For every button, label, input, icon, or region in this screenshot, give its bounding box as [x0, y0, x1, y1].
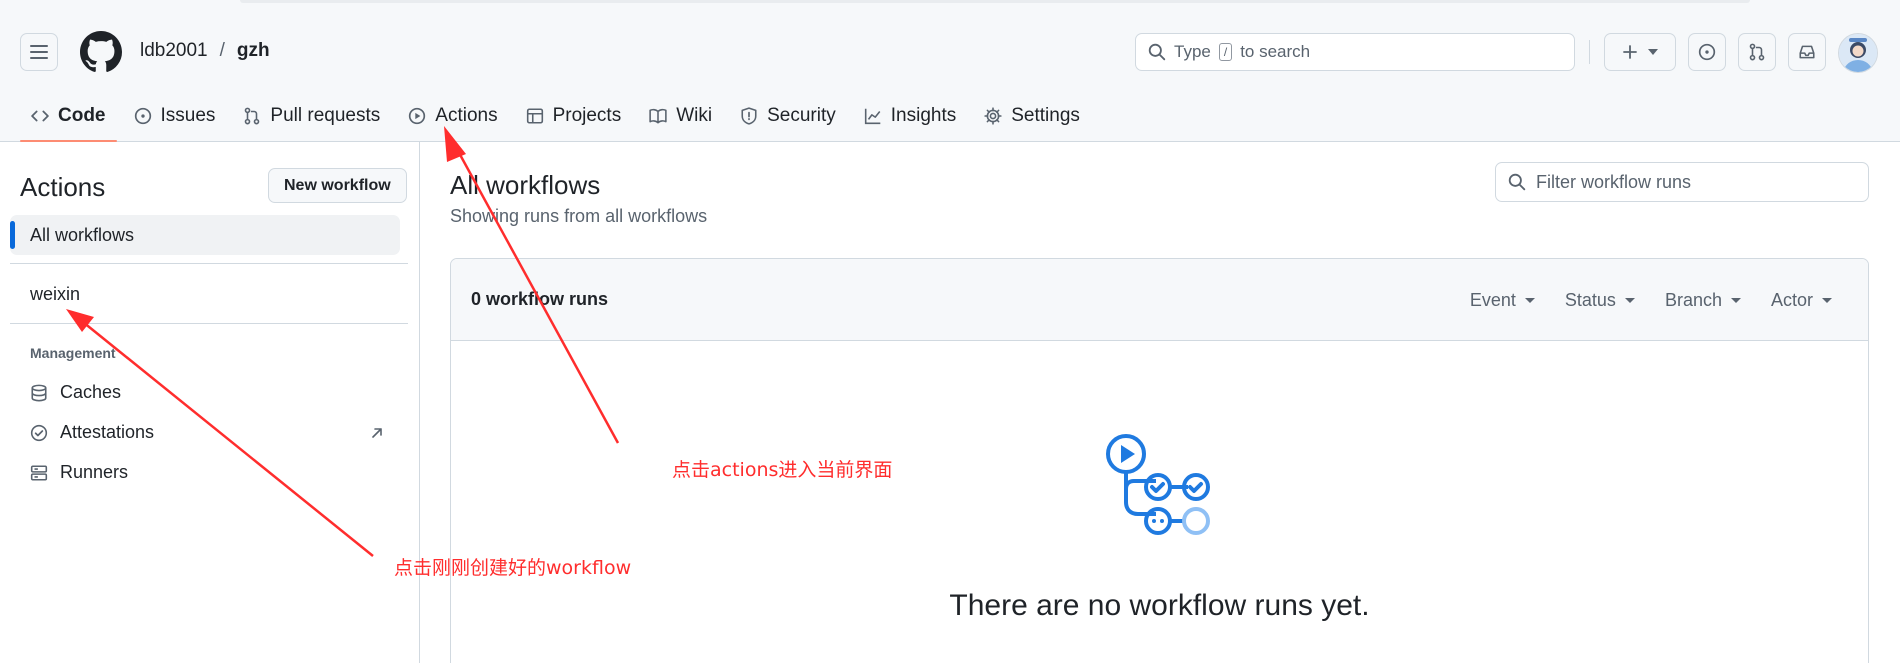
sidebar-item-runners[interactable]: Runners [30, 462, 128, 483]
tab-label: Wiki [676, 105, 713, 126]
book-icon [649, 108, 667, 124]
sidebar-link-label: Caches [60, 382, 122, 402]
tab-insights[interactable]: Insights [853, 96, 967, 136]
tab-code[interactable]: Code [20, 96, 117, 142]
pull-requests-button[interactable] [1738, 33, 1776, 71]
annotation-workflow-note: 点击刚刚创建好的workflow [394, 557, 632, 579]
plus-icon [1623, 45, 1637, 59]
tab-actions[interactable]: Actions [397, 96, 508, 136]
search-icon [1508, 173, 1526, 191]
issue-icon [1698, 43, 1716, 61]
tab-label: Actions [435, 105, 498, 126]
graph-icon [864, 108, 881, 125]
filter-label: Event [1469, 289, 1516, 310]
runs-count: 0 workflow runs [471, 289, 609, 309]
branch-filter-dropdown[interactable]: Branch [1665, 290, 1741, 311]
caret-down-icon [1624, 298, 1635, 304]
verified-icon [30, 424, 48, 441]
page-title: All workflows [450, 170, 601, 200]
menu-button[interactable] [20, 33, 58, 71]
github-logo-icon[interactable] [80, 31, 122, 73]
gear-icon [984, 107, 1002, 125]
sidebar-link-label: Runners [60, 462, 129, 482]
sidebar-divider [10, 263, 408, 264]
tab-projects[interactable]: Projects [515, 96, 633, 136]
annotation-actions-note: 点击actions进入当前界面 [672, 459, 893, 481]
inbox-icon [1799, 45, 1815, 59]
tab-label: Insights [890, 105, 957, 126]
shield-icon [741, 107, 757, 125]
tab-label: Projects [552, 105, 622, 126]
pull-request-icon [1749, 43, 1765, 61]
tab-label: Pull requests [270, 105, 381, 126]
tab-settings[interactable]: Settings [973, 96, 1091, 136]
breadcrumb: ldb2001 / gzh [140, 40, 270, 62]
sidebar-item-attestations[interactable]: Attestations [30, 422, 154, 443]
sidebar-item-all-workflows[interactable]: All workflows [10, 215, 400, 255]
caret-down-icon [1730, 298, 1741, 304]
tab-wiki[interactable]: Wiki [638, 96, 723, 136]
database-icon [31, 384, 47, 401]
external-link-icon[interactable] [370, 426, 384, 440]
workflow-runs-box: 0 workflow runs Event Status Branch Acto… [450, 258, 1869, 663]
actions-sidebar: Actions New workflow All workflows weixi… [0, 142, 420, 663]
search-icon [1148, 43, 1166, 61]
header-divider [1589, 40, 1590, 64]
search-input[interactable]: Type / to search [1135, 33, 1575, 71]
caret-down-icon [1524, 298, 1535, 304]
workflow-empty-icon [1106, 434, 1210, 535]
runs-filters: Event Status Branch Actor [1470, 259, 1832, 341]
avatar-image-icon [1839, 34, 1877, 72]
chevron-down-icon [1648, 49, 1658, 55]
filter-placeholder: Filter workflow runs [1536, 171, 1692, 192]
tab-pull-requests[interactable]: Pull requests [232, 96, 391, 136]
sidebar-divider [10, 323, 408, 324]
sidebar-item-caches[interactable]: Caches [30, 382, 121, 403]
caret-down-icon [1822, 298, 1832, 304]
play-icon [409, 107, 426, 125]
create-new-button[interactable] [1604, 33, 1676, 71]
code-icon [31, 110, 49, 122]
repo-name-link[interactable]: gzh [237, 40, 270, 62]
server-icon [30, 464, 48, 481]
tab-issues[interactable]: Issues [123, 96, 227, 136]
tab-security[interactable]: Security [729, 96, 847, 136]
page-subtitle: Showing runs from all workflows [450, 206, 708, 226]
filter-label: Actor [1770, 289, 1813, 310]
filter-runs-input[interactable]: Filter workflow runs [1495, 162, 1869, 202]
table-icon [526, 108, 543, 124]
repo-header: ldb2001 / gzh Type / to search Code Issu… [0, 12, 1900, 142]
actor-filter-dropdown[interactable]: Actor [1771, 290, 1832, 311]
tab-label: Issues [160, 105, 216, 126]
search-prefix: Type [1174, 42, 1211, 61]
runs-header: 0 workflow runs Event Status Branch Acto… [451, 259, 1868, 341]
pull-request-icon [245, 107, 260, 125]
address-bar-edge [240, 0, 1750, 3]
tab-label: Settings [1011, 105, 1080, 126]
sidebar-title: Actions [20, 172, 106, 202]
tab-label: Security [767, 105, 836, 126]
empty-state-message: There are no workflow runs yet. [949, 589, 1370, 622]
search-suffix: to search [1240, 42, 1311, 61]
management-heading: Management [30, 345, 116, 361]
issues-button[interactable] [1688, 33, 1726, 71]
inbox-button[interactable] [1788, 33, 1826, 71]
search-shortcut-key: / [1218, 43, 1233, 61]
new-workflow-button[interactable]: New workflow [268, 168, 407, 203]
filter-label: Branch [1664, 289, 1722, 310]
sidebar-link-label: Attestations [60, 422, 155, 442]
issue-icon [134, 107, 151, 125]
filter-label: Status [1564, 289, 1616, 310]
repo-nav-tabs: Code Issues Pull requests Actions Projec… [20, 96, 1097, 142]
event-filter-dropdown[interactable]: Event [1470, 290, 1535, 311]
repo-owner-link[interactable]: ldb2001 [140, 40, 208, 62]
hamburger-icon [30, 45, 48, 59]
user-avatar[interactable] [1838, 33, 1878, 73]
browser-top-strip [0, 0, 1900, 12]
status-filter-dropdown[interactable]: Status [1565, 290, 1635, 311]
breadcrumb-separator: / [219, 40, 225, 61]
tab-label: Code [58, 105, 106, 126]
sidebar-item-workflow[interactable]: weixin [30, 284, 80, 305]
